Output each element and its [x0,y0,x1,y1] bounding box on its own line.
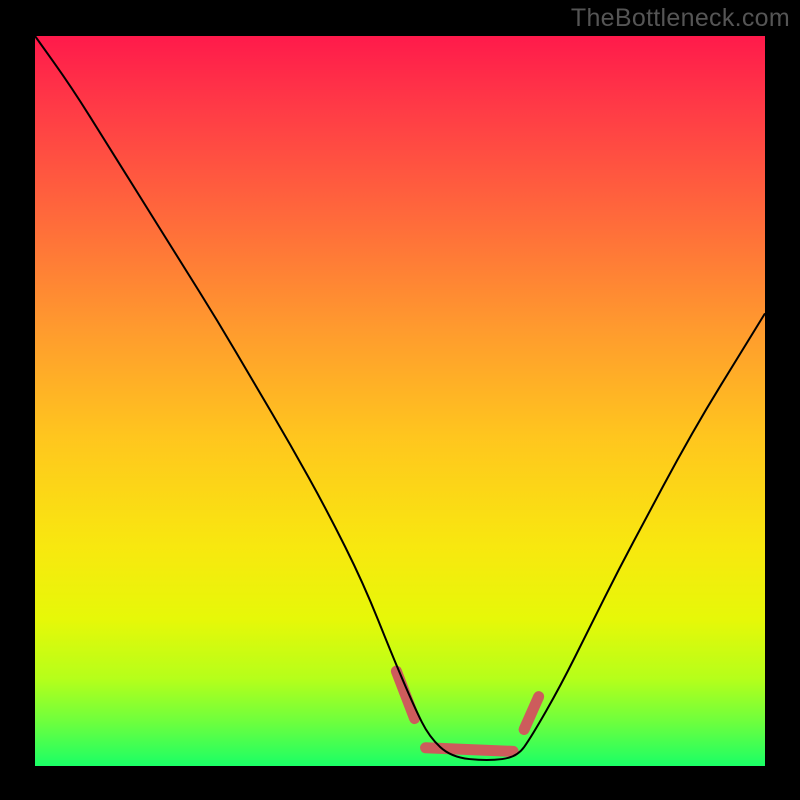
bottleneck-chart [0,0,800,800]
chart-frame: TheBottleneck.com [0,0,800,800]
watermark-text: TheBottleneck.com [571,4,790,33]
plot-background [35,36,765,766]
